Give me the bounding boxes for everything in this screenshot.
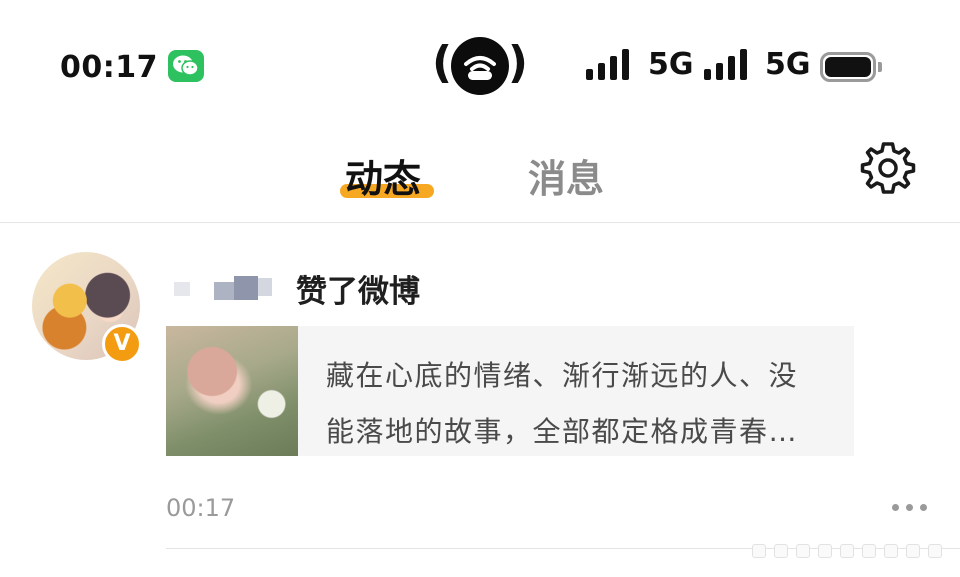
- post-excerpt: 藏在心底的情绪、渐行渐远的人、没 能落地的故事，全部都定格成青春…: [326, 348, 836, 460]
- tab-activity[interactable]: 动态: [345, 148, 421, 203]
- network-type-2: 5G: [765, 47, 811, 82]
- tab-messages[interactable]: 消息: [528, 148, 604, 203]
- post-excerpt-line-1: 藏在心底的情绪、渐行渐远的人、没: [326, 359, 799, 392]
- signal-icon: [586, 48, 636, 80]
- tab-messages-label: 消息: [528, 157, 605, 201]
- gear-icon: [860, 142, 916, 194]
- post-excerpt-line-2: 能落地的故事，全部都定格成青春…: [326, 415, 799, 448]
- battery-icon: [820, 52, 882, 82]
- activity-timestamp: 00:17: [166, 494, 236, 522]
- verified-badge: V: [102, 324, 142, 364]
- wechat-icon: [168, 50, 204, 82]
- username-redacted[interactable]: [166, 268, 278, 304]
- header-divider: [0, 222, 960, 223]
- post-thumbnail: [166, 326, 298, 456]
- more-dots-icon[interactable]: [892, 504, 928, 516]
- liked-post-card[interactable]: 藏在心底的情绪、渐行渐远的人、没 能落地的故事，全部都定格成青春…: [166, 326, 854, 456]
- hotspot-icon: [451, 37, 509, 95]
- hotspot-indicator: ( ): [432, 34, 528, 98]
- signal-icon-2: [704, 48, 754, 80]
- watermark: [752, 540, 942, 564]
- status-time: 00:17: [60, 50, 158, 85]
- tab-activity-label: 动态: [345, 157, 422, 201]
- activity-action: 赞了微博: [296, 274, 420, 310]
- network-type-1: 5G: [648, 47, 694, 82]
- settings-button[interactable]: [858, 138, 918, 198]
- status-bar: 00:17 ( ) 5G 5G: [0, 0, 960, 120]
